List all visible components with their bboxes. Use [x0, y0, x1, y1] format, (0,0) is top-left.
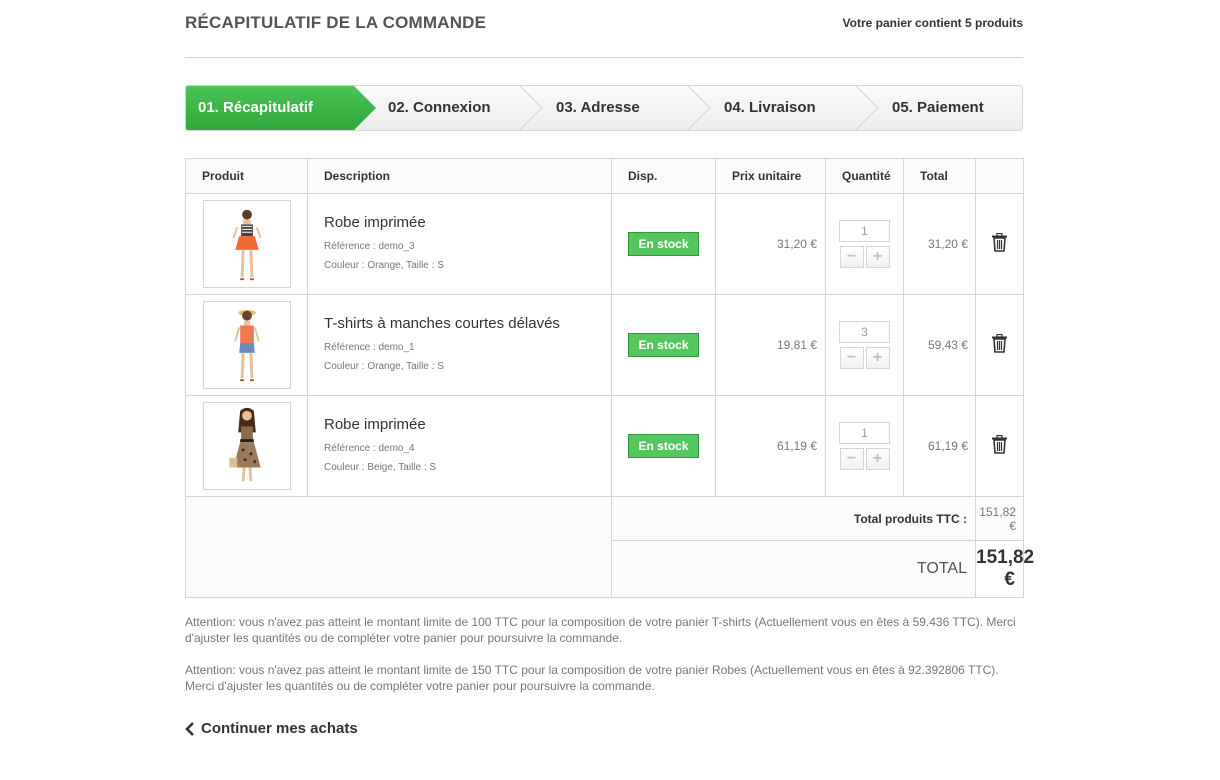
product-name[interactable]: Robe imprimée [324, 416, 611, 433]
table-row: T-shirts à manches courtes délavés Référ… [185, 294, 1024, 396]
description-cell: Robe imprimée Référence : demo_3 Couleur… [307, 193, 612, 295]
continue-shopping-link[interactable]: Continuer mes achats [185, 720, 358, 737]
col-availability: Disp. [611, 158, 716, 194]
delete-cell [975, 193, 1024, 295]
product-reference: Référence : demo_3 [324, 240, 415, 252]
plus-icon[interactable]: + [865, 246, 890, 268]
col-actions [975, 158, 1024, 194]
product-image-cell [185, 395, 308, 497]
table-header-row: Produit Description Disp. Prix unitaire … [185, 158, 1024, 194]
stock-badge: En stock [628, 232, 699, 256]
order-summary-page: RÉCAPITULATIF DE LA COMMANDE Votre panie… [185, 0, 1034, 737]
step-summary[interactable]: 01. Récapitulatif [186, 86, 376, 130]
table-row: Robe imprimée Référence : demo_4 Couleur… [185, 395, 1024, 497]
cart-table: Produit Description Disp. Prix unitaire … [185, 158, 1034, 598]
footer-blank [185, 496, 612, 598]
product-attributes: Couleur : Orange, Taille : S [324, 360, 444, 372]
products-total-row: Total produits TTC : 151,82 € [185, 495, 1024, 598]
delete-cell [975, 395, 1024, 497]
products-total-value: 151,82 € [975, 495, 1024, 542]
quantity-input[interactable]: 1 [839, 422, 890, 444]
minus-icon[interactable]: − [839, 448, 864, 470]
row-total: 31,20 € [903, 193, 976, 295]
description-cell: Robe imprimée Référence : demo_4 Couleur… [307, 395, 612, 497]
quantity-cell: 1 − + [825, 395, 904, 497]
plus-icon[interactable]: + [865, 347, 890, 369]
availability-cell: En stock [611, 294, 716, 396]
minus-icon[interactable]: − [839, 246, 864, 268]
row-total: 61,19 € [903, 395, 976, 497]
trash-icon[interactable] [991, 232, 1008, 252]
products-total-label: Total produits TTC : [611, 495, 976, 542]
product-attributes: Couleur : Beige, Taille : S [324, 461, 437, 473]
page-header: RÉCAPITULATIF DE LA COMMANDE Votre panie… [185, 0, 1023, 58]
description-cell: T-shirts à manches courtes délavés Référ… [307, 294, 612, 396]
col-description: Description [307, 158, 612, 194]
warning-message: Attention: vous n'avez pas atteint le mo… [185, 663, 999, 693]
product-reference: Référence : demo_1 [324, 341, 415, 353]
stock-badge: En stock [628, 434, 699, 458]
checkout-steps: 01. Récapitulatif 02. Connexion 03. Adre… [185, 85, 1023, 131]
grand-total-label: TOTAL [611, 540, 976, 598]
col-unit-price: Prix unitaire [715, 158, 826, 194]
step-shipping[interactable]: 04. Livraison [712, 86, 880, 130]
step-login[interactable]: 02. Connexion [376, 86, 544, 130]
product-name[interactable]: Robe imprimée [324, 214, 611, 231]
plus-icon[interactable]: + [865, 448, 890, 470]
warning-message: Attention: vous n'avez pas atteint le mo… [185, 615, 1016, 645]
unit-price: 19,81 € [715, 294, 826, 396]
unit-price: 31,20 € [715, 193, 826, 295]
product-image[interactable] [203, 301, 291, 389]
col-quantity: Quantité [825, 158, 904, 194]
page-title: RÉCAPITULATIF DE LA COMMANDE [185, 13, 487, 32]
table-row: Robe imprimée Référence : demo_3 Couleur… [185, 193, 1024, 295]
product-name[interactable]: T-shirts à manches courtes délavés [324, 315, 611, 332]
product-image-cell [185, 193, 308, 295]
product-image[interactable] [203, 200, 291, 288]
minus-icon[interactable]: − [839, 347, 864, 369]
quantity-input[interactable]: 1 [839, 220, 890, 242]
delete-cell [975, 294, 1024, 396]
quantity-cell: 3 − + [825, 294, 904, 396]
unit-price: 61,19 € [715, 395, 826, 497]
availability-cell: En stock [611, 193, 716, 295]
product-reference: Référence : demo_4 [324, 442, 415, 454]
grand-total-value: 151,82 € [975, 540, 1034, 598]
step-address[interactable]: 03. Adresse [544, 86, 712, 130]
col-total: Total [903, 158, 976, 194]
product-attributes: Couleur : Orange, Taille : S [324, 259, 444, 271]
product-image[interactable] [203, 402, 291, 490]
chevron-left-icon [185, 721, 194, 736]
step-payment[interactable]: 05. Paiement [880, 86, 1022, 130]
quantity-cell: 1 − + [825, 193, 904, 295]
availability-cell: En stock [611, 395, 716, 497]
quantity-input[interactable]: 3 [839, 321, 890, 343]
product-image-cell [185, 294, 308, 396]
cart-count: Votre panier contient 5 produits [842, 16, 1023, 30]
continue-shopping-label: Continuer mes achats [201, 720, 358, 737]
trash-icon[interactable] [991, 434, 1008, 454]
trash-icon[interactable] [991, 333, 1008, 353]
row-total: 59,43 € [903, 294, 976, 396]
stock-badge: En stock [628, 333, 699, 357]
col-product: Produit [185, 158, 308, 194]
